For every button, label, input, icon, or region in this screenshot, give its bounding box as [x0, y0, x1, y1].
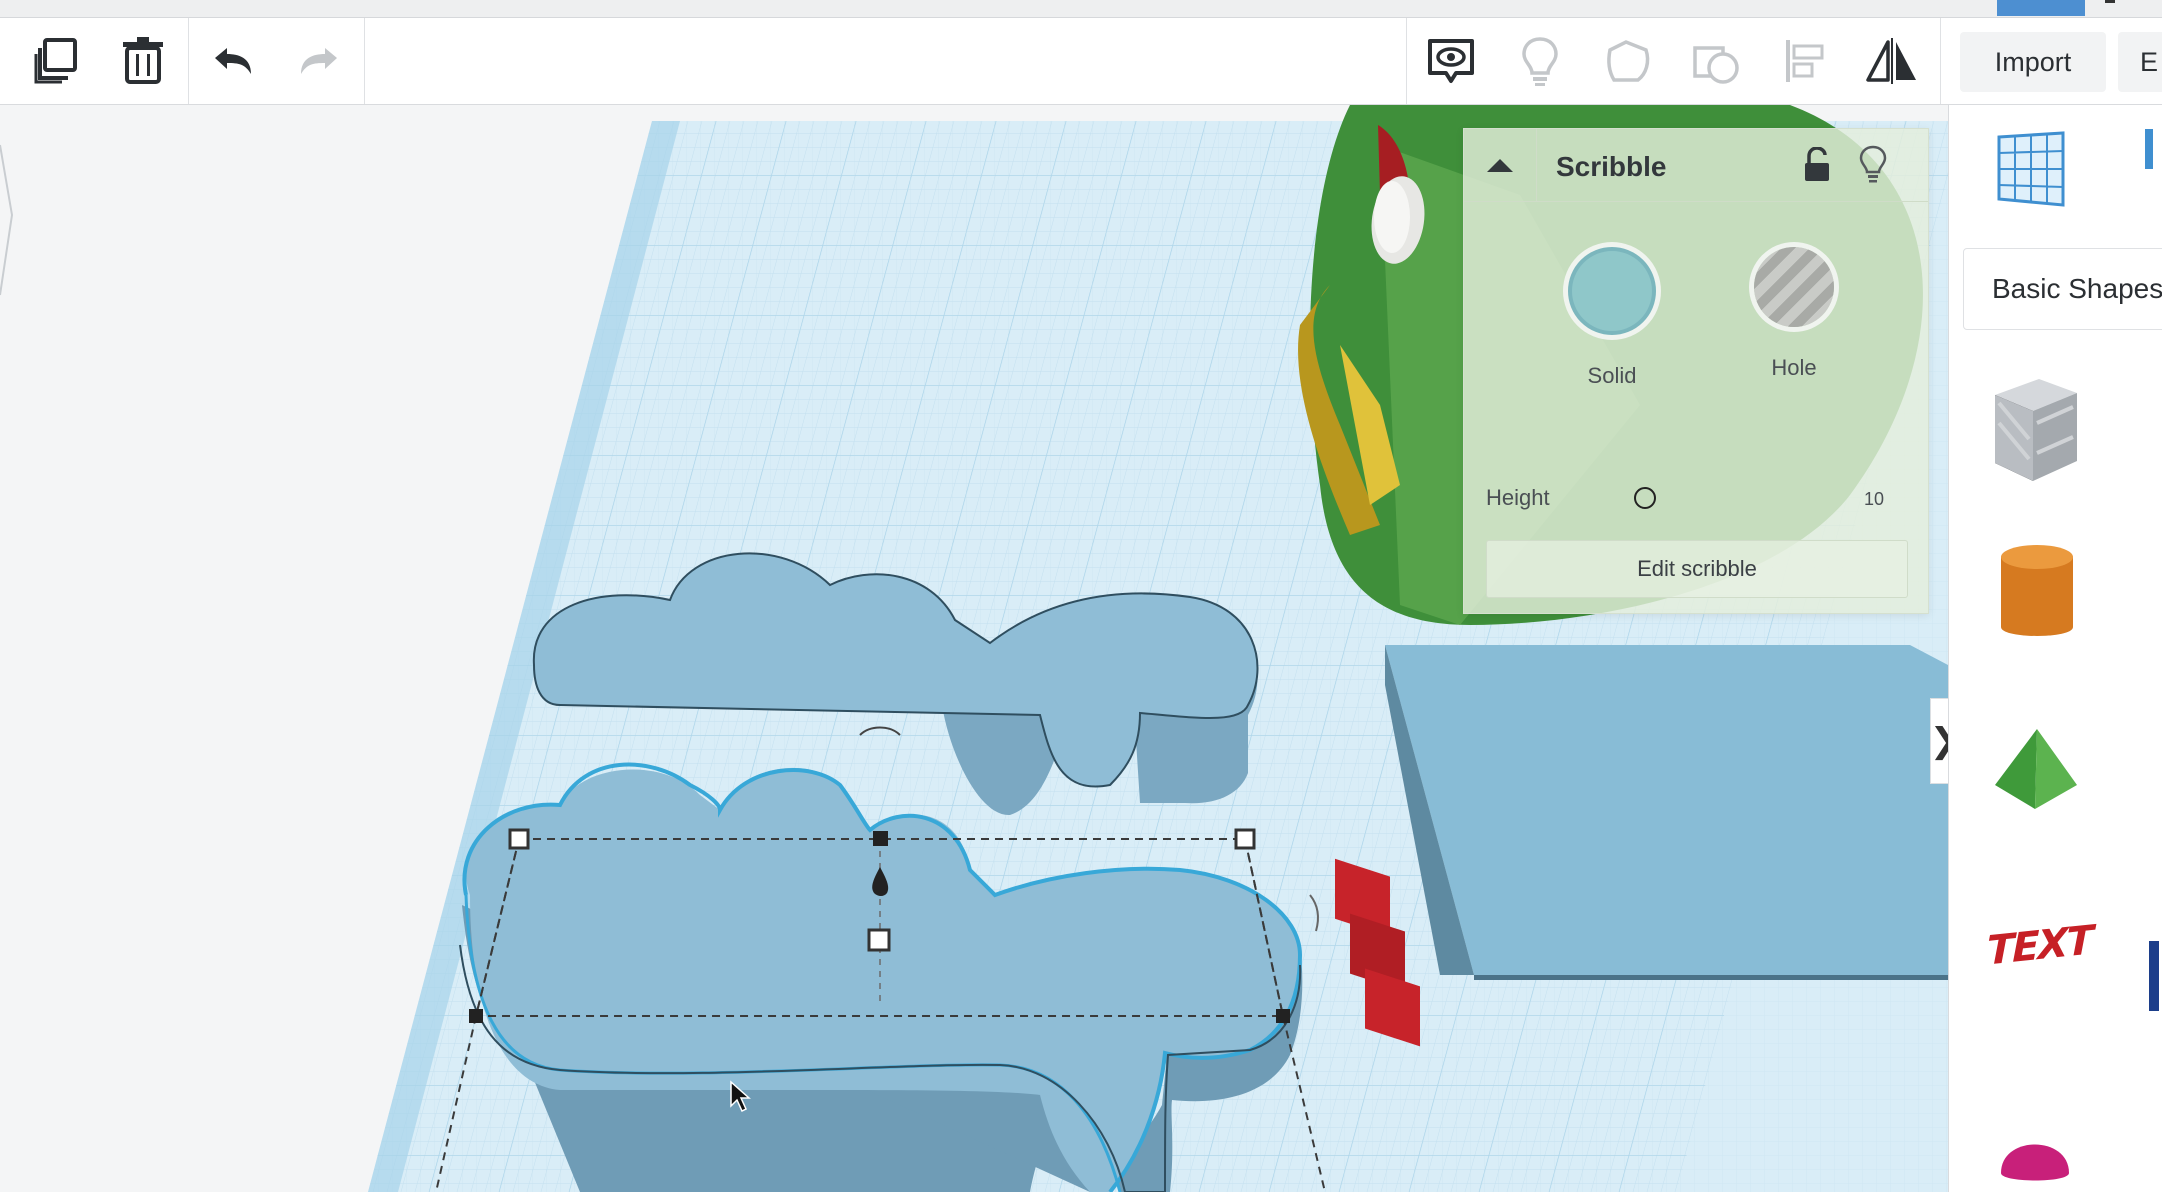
- hole-label: Hole: [1771, 355, 1817, 380]
- pyramid-icon[interactable]: [1991, 723, 2081, 813]
- top-strip-mark: [2105, 0, 2115, 3]
- redo-icon: [301, 48, 337, 74]
- shape-notes-button[interactable]: [1859, 145, 1887, 188]
- cursor-icon: [730, 1080, 751, 1113]
- edit-scribble-button[interactable]: Edit scribble: [1486, 540, 1908, 598]
- inspector-title: Scribble: [1556, 151, 1667, 182]
- top-strip-blue-button[interactable]: [1997, 0, 2085, 16]
- offscreen-object-edge: [0, 144, 14, 296]
- redo-button[interactable]: [276, 18, 362, 104]
- mirror-button[interactable]: [1849, 18, 1935, 104]
- lock-icon: [1805, 146, 1829, 181]
- workplane-icon[interactable]: [1993, 129, 2069, 209]
- toolbar-separator: [1406, 18, 1407, 104]
- duplicate-button[interactable]: [14, 18, 100, 104]
- shape-category-tab[interactable]: Basic Shapes: [1963, 248, 2162, 330]
- blue-box-object[interactable]: [1385, 645, 1948, 980]
- group-icon: [1607, 40, 1650, 82]
- group-button[interactable]: [1586, 18, 1672, 104]
- align-button[interactable]: [1762, 18, 1848, 104]
- offscreen-icon: [2145, 129, 2153, 169]
- hole-swatch[interactable]: [1754, 247, 1834, 327]
- undo-icon: [215, 48, 251, 74]
- height-label: Height: [1486, 485, 1550, 510]
- ungroup-button[interactable]: [1673, 18, 1759, 104]
- text-icon[interactable]: TEXT: [1987, 917, 2092, 974]
- bulb-icon: [1522, 37, 1558, 86]
- camera-view-icon: [1428, 39, 1474, 83]
- undo-button[interactable]: [190, 18, 276, 104]
- toolbar-separator: [188, 18, 189, 104]
- import-button[interactable]: Import: [1960, 32, 2106, 92]
- shape-inspector-panel: Scribble Solid Hole Height 10 Edit scrib…: [1463, 128, 1929, 614]
- lock-button[interactable]: [1802, 146, 1832, 188]
- duplicate-icon: [34, 38, 77, 84]
- offscreen-shape: [2149, 941, 2159, 1011]
- ungroup-icon: [1693, 46, 1739, 84]
- trash-icon: [123, 37, 163, 84]
- solid-label: Solid: [1587, 363, 1637, 388]
- delete-button[interactable]: [100, 18, 186, 104]
- toolbar-separator: [1940, 18, 1941, 104]
- height-slider[interactable]: [1634, 487, 1656, 509]
- solid-option[interactable]: Solid: [1557, 247, 1667, 389]
- camera-view-button[interactable]: [1408, 18, 1494, 104]
- collapse-inspector-button[interactable]: [1464, 129, 1537, 201]
- box-icon[interactable]: [1987, 373, 2083, 485]
- align-icon: [1786, 40, 1824, 82]
- notes-bulb-button[interactable]: [1497, 18, 1583, 104]
- toolbar: Import E: [0, 18, 2162, 105]
- inspector-header: Scribble: [1464, 129, 1928, 202]
- hole-option[interactable]: Hole: [1739, 247, 1849, 381]
- chevron-up-icon: [1487, 159, 1513, 172]
- export-button[interactable]: E: [2118, 32, 2162, 92]
- shapes-sidebar: Basic Shapes TEXT: [1948, 105, 2162, 1192]
- cylinder-icon[interactable]: [1997, 543, 2077, 643]
- bulb-small-icon: [1859, 145, 1887, 183]
- mirror-icon: [1866, 38, 1916, 84]
- solid-swatch[interactable]: [1568, 247, 1656, 335]
- half-sphere-icon[interactable]: [1997, 1125, 2073, 1185]
- toolbar-separator: [364, 18, 365, 104]
- height-value: 10: [1864, 489, 1885, 509]
- top-strip: [0, 0, 2162, 18]
